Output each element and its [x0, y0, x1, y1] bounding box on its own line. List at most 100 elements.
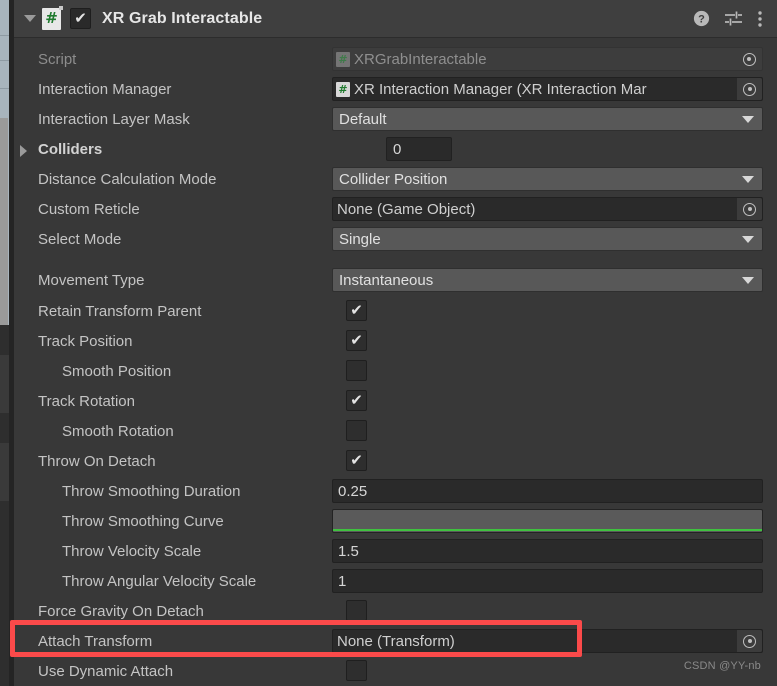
chevron-right-icon[interactable] — [20, 145, 27, 157]
property-field: None (Game Object) — [332, 197, 763, 221]
property-label: Script — [38, 50, 77, 68]
property-row: Colliders 0 — [14, 134, 777, 164]
property-row: Script # XRGrabInteractable — [14, 44, 777, 74]
property-field: 1 — [332, 569, 763, 593]
number-input-field[interactable]: 1 — [332, 569, 763, 593]
property-row: Custom Reticle None (Game Object) — [14, 194, 777, 224]
property-checkbox[interactable]: ✔ — [346, 390, 367, 411]
property-row: Retain Transform Parent ✔ — [14, 296, 777, 326]
dropdown-field[interactable]: Single — [332, 227, 763, 251]
property-label: Attach Transform — [38, 632, 153, 650]
field-value: None (Transform) — [337, 632, 455, 650]
array-size-field[interactable]: 0 — [386, 137, 452, 161]
property-label: Force Gravity On Detach — [38, 602, 204, 620]
edge-lower-region — [0, 325, 9, 686]
property-checkbox[interactable] — [346, 420, 367, 441]
field-value: Single — [339, 230, 381, 248]
property-label: Movement Type — [38, 271, 145, 289]
property-label: Colliders — [38, 140, 103, 158]
field-value: Collider Position — [339, 170, 448, 188]
property-field: 1.5 — [332, 539, 763, 563]
property-row: Distance Calculation Mode Collider Positi… — [14, 164, 777, 194]
property-row: Track Position ✔ — [14, 326, 777, 356]
chevron-down-icon — [742, 276, 754, 284]
svg-text:?: ? — [698, 14, 705, 26]
object-reference-field[interactable]: None (Transform) — [332, 629, 763, 653]
property-row: Throw Smoothing Duration 0.25 — [14, 476, 777, 506]
preset-settings-icon[interactable] — [724, 10, 743, 27]
field-value: 0.25 — [338, 482, 368, 500]
property-checkbox[interactable]: ✔ — [346, 300, 367, 321]
property-row: Throw Smoothing Curve — [14, 506, 777, 536]
help-icon[interactable]: ? — [693, 10, 710, 27]
inspector-panel: # ✔ XR Grab Interactable ? Script # XRGr… — [14, 0, 777, 686]
component-title: XR Grab Interactable — [102, 9, 263, 27]
property-label: Distance Calculation Mode — [38, 170, 217, 188]
dropdown-field[interactable]: Collider Position — [332, 167, 763, 191]
cs-script-icon: # — [42, 5, 63, 30]
property-row: Movement Type Instantaneous — [14, 265, 777, 295]
object-picker-icon[interactable] — [736, 198, 762, 220]
field-value: Instantaneous — [339, 271, 434, 289]
property-label: Track Rotation — [38, 392, 135, 410]
window-left-edge — [0, 0, 9, 686]
property-row: Throw Angular Velocity Scale 1 — [14, 566, 777, 596]
watermark-text: CSDN @YY-nb — [683, 660, 761, 672]
object-picker-icon[interactable] — [736, 630, 762, 652]
property-field: None (Transform) — [332, 629, 763, 653]
property-label: Throw On Detach — [38, 452, 156, 470]
property-checkbox[interactable] — [346, 600, 367, 621]
property-label: Throw Angular Velocity Scale — [62, 572, 257, 590]
object-reference-field[interactable]: None (Game Object) — [332, 197, 763, 221]
component-enabled-checkbox[interactable]: ✔ — [70, 8, 91, 29]
property-checkbox[interactable] — [346, 360, 367, 381]
chevron-down-icon — [742, 175, 754, 183]
property-row: Attach Transform None (Transform) — [14, 626, 777, 656]
property-label: Track Position — [38, 332, 133, 350]
number-input-field[interactable]: 1.5 — [332, 539, 763, 563]
checkmark-icon: ✔ — [74, 9, 87, 27]
more-options-icon[interactable] — [757, 10, 763, 28]
component-header[interactable]: # ✔ XR Grab Interactable ? — [14, 0, 777, 38]
unity-inspector-window: # ✔ XR Grab Interactable ? Script # XRGr… — [0, 0, 777, 686]
field-value: XRGrabInteractable — [354, 50, 487, 68]
property-row: Interaction Manager # XR Interaction Manag… — [14, 74, 777, 104]
animation-curve-field[interactable] — [332, 509, 763, 533]
checkmark-icon: ✔ — [350, 451, 363, 469]
property-field: Default — [332, 107, 763, 131]
field-value: Default — [339, 110, 387, 128]
property-field — [332, 509, 763, 533]
property-checkbox[interactable]: ✔ — [346, 450, 367, 471]
property-field: # XR Interaction Manager (XR Interaction … — [332, 77, 763, 101]
dropdown-field[interactable]: Default — [332, 107, 763, 131]
background-window-strip — [0, 0, 9, 418]
property-label: Throw Smoothing Curve — [62, 512, 224, 530]
property-label: Select Mode — [38, 230, 122, 248]
property-checkbox[interactable] — [346, 660, 367, 681]
property-row: Use Dynamic Attach — [14, 656, 777, 686]
cs-script-icon: # — [336, 51, 350, 67]
curve-line — [333, 529, 762, 531]
object-reference-field[interactable]: # XR Interaction Manager (XR Interaction … — [332, 77, 763, 101]
property-label: Use Dynamic Attach — [38, 662, 174, 680]
object-picker-icon[interactable] — [736, 48, 762, 70]
component-foldout-toggle[interactable] — [20, 15, 40, 22]
chevron-down-icon — [24, 15, 36, 22]
property-checkbox[interactable]: ✔ — [346, 330, 367, 351]
property-field: Single — [332, 227, 763, 251]
property-row: Interaction Layer Mask Default — [14, 104, 777, 134]
field-value: XR Interaction Manager (XR Interaction M… — [354, 80, 647, 98]
property-label: Smooth Position — [62, 362, 172, 380]
object-reference-field[interactable]: # XRGrabInteractable — [332, 47, 763, 71]
object-picker-icon[interactable] — [736, 78, 762, 100]
property-label: Smooth Rotation — [62, 422, 174, 440]
number-input-field[interactable]: 0.25 — [332, 479, 763, 503]
header-icon-group: ? — [693, 10, 777, 28]
field-value: None (Game Object) — [337, 200, 476, 218]
checkmark-icon: ✔ — [350, 391, 363, 409]
property-field: Instantaneous — [332, 268, 763, 292]
script-icon-glyph: # — [45, 9, 58, 27]
dropdown-field[interactable]: Instantaneous — [332, 268, 763, 292]
field-value: 1 — [338, 572, 347, 590]
property-row: Track Rotation ✔ — [14, 386, 777, 416]
